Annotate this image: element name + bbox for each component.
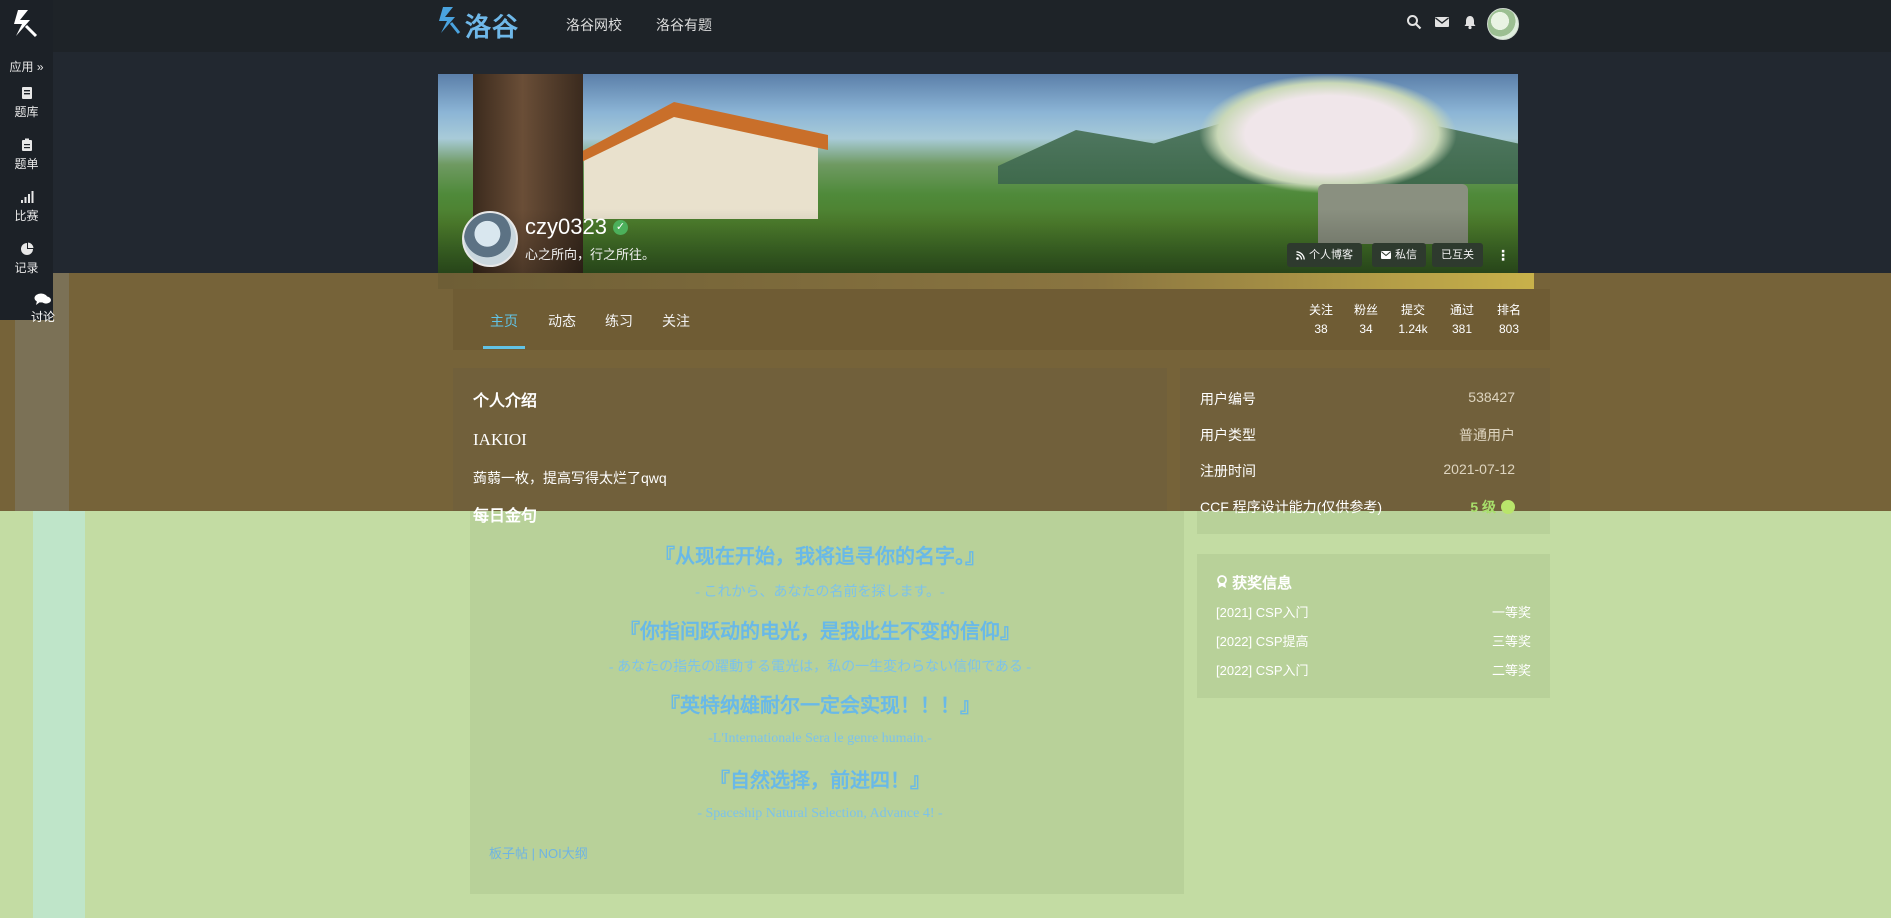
comments-icon <box>34 293 51 305</box>
nav-link-problems-store[interactable]: 洛谷有题 <box>656 15 712 35</box>
tab-following[interactable]: 关注 <box>662 311 690 331</box>
award-item: [2022] CSP入门 二等奖 <box>1216 663 1531 678</box>
quote-main: 『自然选择，前进四！』 <box>710 770 930 792</box>
sidebar-item-label: 记录 <box>14 261 39 275</box>
stat-ranking[interactable]: 排名 803 <box>1489 301 1529 336</box>
stat-following[interactable]: 关注 38 <box>1301 301 1341 336</box>
sidebar-item-label: 讨论 <box>30 310 55 324</box>
stat-submissions[interactable]: 提交 1.24k <box>1393 301 1433 336</box>
stat-accepted[interactable]: 通过 381 <box>1442 301 1482 336</box>
tab-practice[interactable]: 练习 <box>605 311 633 331</box>
active-tab-indicator <box>483 346 525 349</box>
tab-activity[interactable]: 动态 <box>548 311 576 331</box>
tab-home[interactable]: 主页 <box>490 311 518 331</box>
intro-card <box>453 368 1167 511</box>
more-options-icon[interactable]: ⋮ <box>1496 247 1510 264</box>
sidebar-item-problems[interactable]: 题库 <box>0 86 53 120</box>
sidebar-item-contests[interactable]: 比赛 <box>0 190 53 224</box>
user-avatar[interactable] <box>1487 8 1519 40</box>
stat-followers[interactable]: 粉丝 34 <box>1346 301 1386 336</box>
bell-icon[interactable] <box>1462 14 1478 30</box>
envelope-icon[interactable] <box>1434 14 1450 30</box>
banner-bottom-strip <box>438 273 1534 289</box>
quote-sub: -L'Internationale Sera le genre humain.- <box>708 731 932 746</box>
sidebar-item-label: 比赛 <box>14 209 39 223</box>
site-logo[interactable]: 洛谷 <box>437 5 519 45</box>
site-name: 洛谷 <box>465 11 520 42</box>
app-sidebar: 应用 » 题库 题单 比赛 记录 <box>0 0 53 320</box>
info-row-user-type: 用户类型 普通用户 <box>1200 427 1515 443</box>
rss-icon <box>1296 250 1305 260</box>
nav-link-online-school[interactable]: 洛谷网校 <box>566 15 622 35</box>
quote-sub: - これから、あなたの名前を探します。- <box>695 585 945 600</box>
award-item: [2022] CSP提高 三等奖 <box>1216 634 1531 649</box>
intro-text: 蒟蒻一枚，提高写得太烂了qwq <box>473 470 667 486</box>
awards-title: 获奖信息 <box>1216 572 1292 593</box>
daily-quote-title: 每日金句 <box>473 508 538 525</box>
quote-sub: - あなたの指先の躍動する電光は，私の一生変わらない信仰である - <box>608 660 1032 675</box>
quote-sub: - Spaceship Natural Selection, Advance 4… <box>697 806 943 821</box>
sidebar-item-label: 题库 <box>14 105 39 119</box>
apps-menu[interactable]: 应用 » <box>0 58 53 75</box>
quote-main: 『英特纳雄耐尔一定会实现！！！』 <box>660 695 980 717</box>
sidebar-item-problem-lists[interactable]: 题单 <box>0 138 53 172</box>
envelope-icon <box>1381 251 1391 259</box>
luogu-logo-icon[interactable] <box>8 6 44 42</box>
info-row-uid: 用户编号 538427 <box>1200 389 1515 407</box>
book-icon <box>21 87 32 99</box>
sidebar-item-records[interactable]: 记录 <box>0 242 53 276</box>
pie-chart-icon <box>20 242 33 255</box>
intro-links[interactable]: 板子帖 | NOI大纲 <box>489 843 588 862</box>
level-badge-icon <box>1501 500 1515 514</box>
follow-status-button[interactable]: 已互关 <box>1432 243 1483 267</box>
profile-tabbar: 主页 动态 练习 关注 关注 38 粉丝 34 提交 1.24k 通过 381 排名 80… <box>453 289 1550 350</box>
sidebar-item-discuss[interactable]: 讨论 <box>22 292 64 325</box>
background-strip-lower <box>33 511 85 918</box>
username-text: czy0323 <box>525 214 607 239</box>
award-icon <box>1217 575 1227 588</box>
quote-main: 『从现在开始，我将追寻你的名字。』 <box>655 546 985 568</box>
blog-button[interactable]: 个人博客 <box>1287 243 1362 267</box>
luogu-brand-icon <box>437 5 461 45</box>
quote-main: 『你指间跃动的电光，是我此生不变的信仰』 <box>620 621 1020 643</box>
bar-chart-icon <box>20 191 33 203</box>
profile-username: czy0323 ✓ <box>525 214 628 240</box>
profile-motto: 心之所向，行之所往。 <box>525 247 656 262</box>
intro-title: 个人介绍 <box>473 393 538 410</box>
info-row-register-time: 注册时间 2021-07-12 <box>1200 461 1515 479</box>
info-row-ccf-level: CCF 程序设计能力(仅供参考) 5 级 <box>1200 497 1515 517</box>
search-icon[interactable] <box>1406 14 1422 30</box>
verified-check-icon: ✓ <box>612 219 628 235</box>
profile-avatar[interactable] <box>462 211 518 267</box>
award-item: [2021] CSP入门 一等奖 <box>1216 605 1531 620</box>
luogu-mark-icon <box>14 10 38 38</box>
top-navbar <box>53 0 1891 52</box>
sidebar-item-label: 题单 <box>14 157 39 171</box>
message-button[interactable]: 私信 <box>1372 243 1426 267</box>
clipboard-icon <box>21 138 32 151</box>
intro-heading: IAKIOI <box>473 430 527 449</box>
